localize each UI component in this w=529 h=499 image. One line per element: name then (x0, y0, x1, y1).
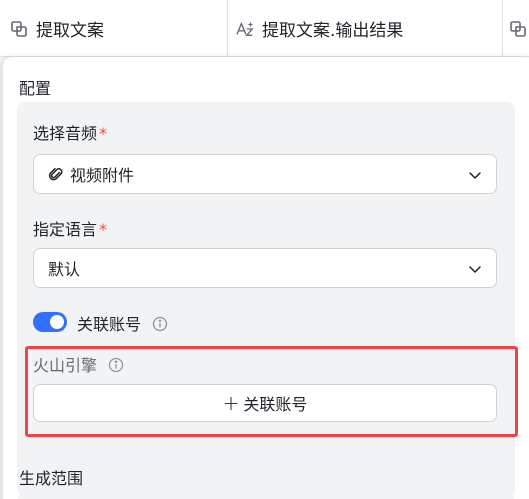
column-header-label: 提取文案 (36, 21, 104, 41)
audio-select[interactable]: 视频附件 (33, 154, 497, 194)
language-label: 指定语言 * (33, 216, 107, 240)
field-header-row: 提取文案 提取文案.输出结果 (0, 0, 529, 57)
column-header-label: 提取文案.输出结果 (262, 21, 404, 41)
generate-range-label: 生成范围 (19, 469, 84, 488)
language-select[interactable]: 默认 (33, 248, 497, 288)
info-icon[interactable] (152, 316, 168, 332)
toggle-knob (50, 315, 64, 329)
config-section: 选择音频 * 视频附件 指定语言 * 默认 关联账号 火山引擎 + 关联账号 (17, 102, 515, 497)
column-header-extract-text[interactable]: 提取文案 (0, 0, 228, 57)
audio-select-value: 视频附件 (70, 166, 135, 185)
required-mark: * (99, 220, 108, 239)
lookup-icon (10, 20, 28, 38)
link-account-label: 关联账号 (77, 311, 168, 335)
generate-range-section (17, 494, 515, 499)
audio-label: 选择音频 * (33, 120, 107, 144)
language-label-text: 指定语言 (33, 220, 98, 239)
column-header-extract-text-output[interactable]: 提取文案.输出结果 (228, 0, 503, 57)
lookup-icon (509, 20, 527, 38)
link-account-label-text: 关联账号 (77, 315, 142, 334)
chevron-down-icon (468, 167, 482, 181)
audio-label-text: 选择音频 (33, 124, 98, 143)
chevron-down-icon (468, 261, 482, 275)
link-account-toggle[interactable] (33, 312, 67, 332)
column-header-next[interactable] (503, 0, 529, 57)
ai-text-icon (236, 20, 254, 38)
highlight-box (25, 346, 518, 437)
panel-title: 配置 (19, 79, 52, 98)
paperclip-icon (48, 166, 64, 182)
language-select-value: 默认 (48, 260, 81, 279)
required-mark: * (99, 124, 108, 143)
